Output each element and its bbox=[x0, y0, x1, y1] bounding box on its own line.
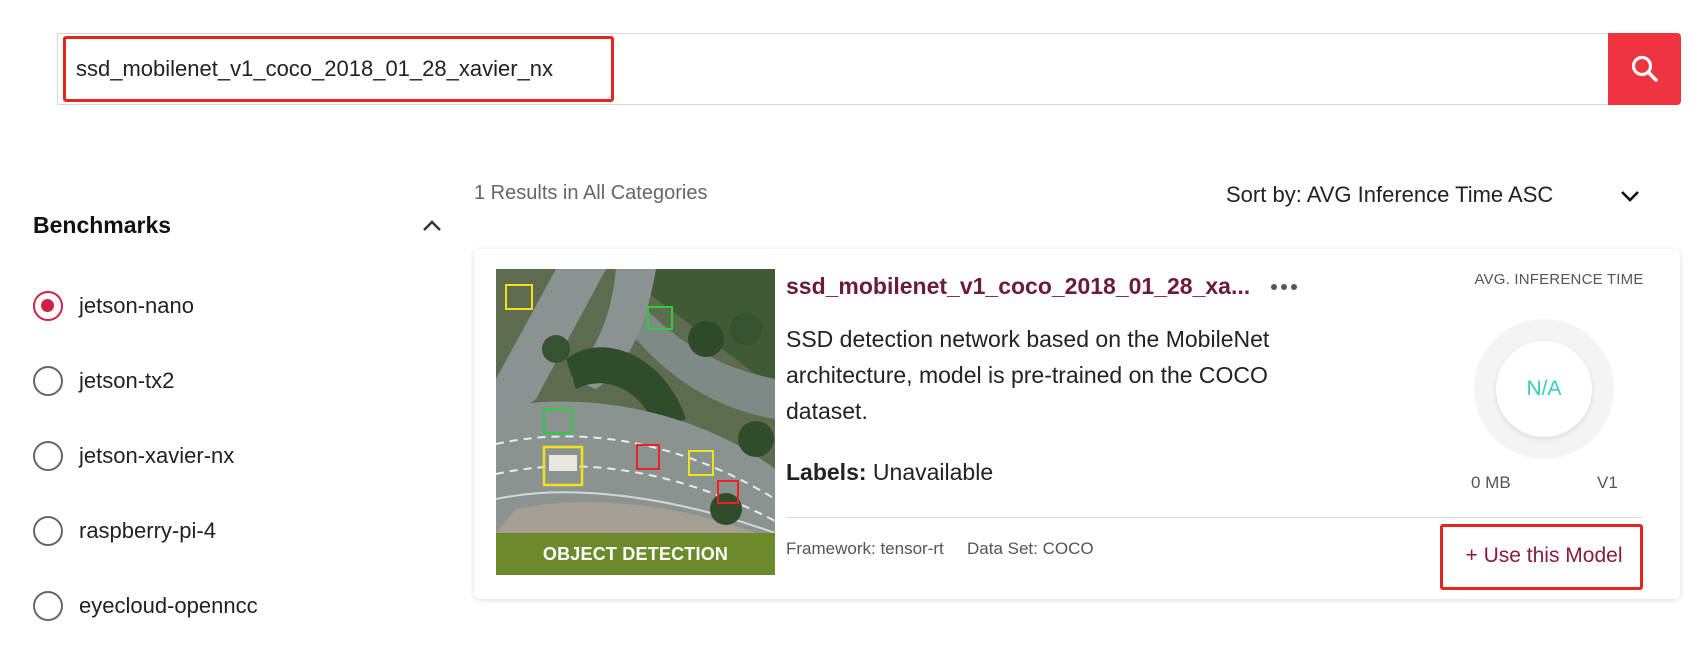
radio-unchecked[interactable] bbox=[33, 591, 63, 621]
results-count: 1 Results in All Categories bbox=[474, 182, 708, 204]
inference-gauge: N/A bbox=[1474, 319, 1614, 459]
more-horizontal-icon[interactable] bbox=[1269, 279, 1299, 295]
framework-label: Framework: tensor-rt bbox=[786, 539, 944, 558]
avg-inference-title: AVG. INFERENCE TIME bbox=[1474, 271, 1644, 288]
search-box bbox=[57, 33, 1661, 105]
benchmark-option-jetson-xavier-nx[interactable]: jetson-xavier-nx bbox=[33, 440, 234, 472]
model-card: OBJECT DETECTION ssd_mobilenet_v1_coco_2… bbox=[474, 249, 1680, 599]
labels-line: Labels: Unavailable bbox=[786, 459, 993, 486]
benchmark-option-eyecloud-openncc[interactable]: eyecloud-openncc bbox=[33, 590, 258, 622]
radio-unchecked[interactable] bbox=[33, 366, 63, 396]
benchmark-option-raspberry-pi-4[interactable]: raspberry-pi-4 bbox=[33, 515, 216, 547]
chevron-down-icon[interactable] bbox=[1618, 186, 1642, 206]
benchmark-option-jetson-nano[interactable]: jetson-nano bbox=[33, 290, 194, 322]
benchmark-label: jetson-xavier-nx bbox=[79, 443, 235, 468]
benchmark-label: raspberry-pi-4 bbox=[79, 518, 216, 543]
model-version: V1 bbox=[1597, 473, 1618, 492]
radio-unchecked[interactable] bbox=[33, 441, 63, 471]
search-input[interactable] bbox=[76, 34, 1636, 104]
search-button[interactable] bbox=[1608, 33, 1681, 105]
inference-value: N/A bbox=[1496, 341, 1592, 437]
labels-key: Labels: bbox=[786, 459, 867, 485]
model-description: SSD detection network based on the Mobil… bbox=[786, 326, 1270, 424]
benchmark-option-jetson-tx2[interactable]: jetson-tx2 bbox=[33, 365, 174, 397]
use-this-model-button[interactable]: + Use this Model bbox=[1446, 527, 1642, 585]
card-divider bbox=[786, 517, 1642, 518]
labels-value: Unavailable bbox=[872, 459, 994, 485]
search-icon bbox=[1631, 55, 1658, 82]
chevron-up-icon[interactable] bbox=[420, 216, 444, 236]
radio-checked[interactable] bbox=[33, 291, 63, 321]
radio-unchecked[interactable] bbox=[33, 516, 63, 546]
benchmark-label: jetson-nano bbox=[79, 293, 194, 318]
sort-dropdown-label[interactable]: Sort by: AVG Inference Time ASC bbox=[1226, 182, 1553, 208]
benchmark-label: eyecloud-openncc bbox=[79, 593, 258, 618]
benchmarks-title: Benchmarks bbox=[33, 212, 172, 238]
benchmark-label: jetson-tx2 bbox=[79, 368, 175, 393]
model-thumbnail[interactable]: OBJECT DETECTION bbox=[496, 269, 775, 575]
dataset-label: Data Set: COCO bbox=[967, 539, 1094, 558]
aerial-road-image bbox=[496, 269, 775, 575]
category-banner: OBJECT DETECTION bbox=[496, 533, 775, 575]
model-name-link[interactable]: ssd_mobilenet_v1_coco_2018_01_28_xa... bbox=[786, 273, 1250, 300]
model-size: 0 MB bbox=[1471, 473, 1511, 492]
